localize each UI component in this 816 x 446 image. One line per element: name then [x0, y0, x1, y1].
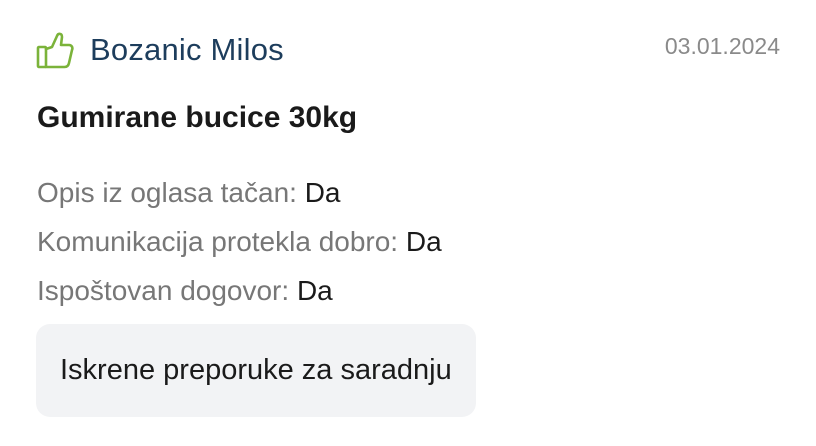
thumbs-up-icon [36, 30, 74, 70]
criteria-item-communication: Komunikacija protekla dobro: Da [37, 217, 442, 266]
review-header: Bozanic Milos [36, 30, 284, 70]
criteria-label: Opis iz oglasa tačan: [37, 177, 297, 208]
criteria-value: Da [304, 177, 341, 208]
review-comment-text: Iskrene preporuke za saradnju [60, 354, 452, 386]
criteria-item-agreement-respected: Ispoštovan dogovor: Da [37, 266, 442, 315]
review-comment-bubble: Iskrene preporuke za saradnju [36, 324, 476, 417]
review-card: Bozanic Milos 03.01.2024 Gumirane bucice… [0, 0, 816, 446]
reviewer-name[interactable]: Bozanic Milos [90, 30, 284, 70]
criteria-value: Da [296, 275, 333, 306]
criteria-value: Da [405, 226, 442, 257]
review-criteria-list: Opis iz oglasa tačan: Da Komunikacija pr… [37, 168, 442, 315]
criteria-item-description-accurate: Opis iz oglasa tačan: Da [37, 168, 442, 217]
review-date: 03.01.2024 [664, 33, 780, 59]
criteria-label: Komunikacija protekla dobro: [37, 226, 399, 257]
criteria-label: Ispoštovan dogovor: [37, 275, 290, 306]
review-title: Gumirane bucice 30kg [37, 101, 358, 134]
